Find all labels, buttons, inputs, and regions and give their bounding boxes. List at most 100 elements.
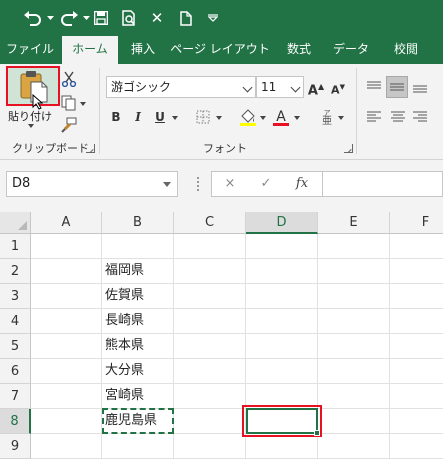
cell-e9[interactable] [318,434,390,459]
row-header-4[interactable]: 4 [0,309,31,334]
select-all-button[interactable] [0,212,31,234]
cell-d5[interactable] [246,334,318,359]
column-header-d[interactable]: D [246,212,318,234]
align-center-icon[interactable] [388,108,408,126]
cell-d6[interactable] [246,359,318,384]
cell-f4[interactable] [390,309,443,334]
tab-home[interactable]: ホーム [62,36,118,64]
cell-c4[interactable] [174,309,246,334]
tab-insert[interactable]: 挿入 [122,36,164,64]
font-size-combobox[interactable]: 11 [256,76,304,98]
print-preview-icon[interactable] [120,8,138,28]
row-header-8[interactable]: 8 [0,409,31,434]
tab-review[interactable]: 校閲 [382,36,430,64]
fill-handle[interactable] [314,430,320,436]
row-header-1[interactable]: 1 [0,234,31,259]
cell-a5[interactable] [31,334,102,359]
cell-f8[interactable] [390,409,443,434]
tab-formulas[interactable]: 数式 [276,36,322,64]
name-box[interactable]: D8 [6,171,178,197]
align-left-icon[interactable] [364,108,384,126]
cell-b6[interactable]: 大分県 [102,359,174,384]
cell-c7[interactable] [174,384,246,409]
cell-b9[interactable] [102,434,174,459]
cell-f7[interactable] [390,384,443,409]
column-header-b[interactable]: B [102,212,174,234]
cell-f6[interactable] [390,359,443,384]
cell-e4[interactable] [318,309,390,334]
cell-f3[interactable] [390,284,443,309]
cell-a1[interactable] [31,234,102,259]
cell-c1[interactable] [174,234,246,259]
font-launcher-icon[interactable] [344,144,353,153]
italic-button[interactable]: I [128,106,148,128]
insert-function-icon[interactable]: fx [292,176,312,191]
cell-d3[interactable] [246,284,318,309]
save-icon[interactable] [92,8,110,28]
font-color-dropdown-icon[interactable] [294,116,300,120]
align-bottom-icon[interactable] [410,78,430,96]
decrease-font-size-icon[interactable]: A▼ [328,76,348,98]
cell-e5[interactable] [318,334,390,359]
phonetic-guide-icon[interactable]: ア亜 [318,107,336,127]
cell-c6[interactable] [174,359,246,384]
cell-c3[interactable] [174,284,246,309]
cell-e1[interactable] [318,234,390,259]
row-header-3[interactable]: 3 [0,284,31,309]
redo-dropdown-icon[interactable] [82,8,90,28]
cell-e7[interactable] [318,384,390,409]
cell-c9[interactable] [174,434,246,459]
bold-button[interactable]: B [106,106,126,128]
cell-b4[interactable]: 長崎県 [102,309,174,334]
cell-b2[interactable]: 福岡県 [102,259,174,284]
clipboard-launcher-icon[interactable] [86,144,95,153]
format-painter-icon[interactable] [60,116,78,134]
cell-b3[interactable]: 佐賀県 [102,284,174,309]
formula-input[interactable] [323,171,443,197]
cut-icon[interactable] [60,70,78,88]
cell-a6[interactable] [31,359,102,384]
undo-dropdown-icon[interactable] [46,8,54,28]
font-name-combobox[interactable]: 游ゴシック [106,76,256,98]
row-header-2[interactable]: 2 [0,259,31,284]
formula-bar-resize-handle[interactable] [197,177,200,191]
underline-button[interactable]: U [150,106,170,128]
align-right-icon[interactable] [410,108,430,126]
row-header-6[interactable]: 6 [0,359,31,384]
cell-e6[interactable] [318,359,390,384]
column-header-f[interactable]: F [390,212,443,234]
cell-b5[interactable]: 熊本県 [102,334,174,359]
row-header-9[interactable]: 9 [0,434,31,459]
tab-data[interactable]: データ [326,36,376,64]
cell-c8[interactable] [174,409,246,434]
fill-color-dropdown-icon[interactable] [260,116,266,120]
column-header-c[interactable]: C [174,212,246,234]
column-header-a[interactable]: A [31,212,102,234]
align-top-icon[interactable] [364,78,384,96]
cell-d9[interactable] [246,434,318,459]
column-header-e[interactable]: E [318,212,390,234]
paste-label[interactable]: 貼り付け [8,108,52,124]
cell-a3[interactable] [31,284,102,309]
cell-a2[interactable] [31,259,102,284]
undo-icon[interactable] [20,8,46,28]
cell-b1[interactable] [102,234,174,259]
align-middle-icon[interactable] [386,76,408,98]
new-document-icon[interactable] [178,8,194,28]
row-header-7[interactable]: 7 [0,384,31,409]
cell-a9[interactable] [31,434,102,459]
cell-d2[interactable] [246,259,318,284]
cell-b7[interactable]: 宮崎県 [102,384,174,409]
close-icon[interactable]: ✕ [149,8,165,28]
tab-page-layout[interactable]: ページ レイアウト [170,36,270,64]
cell-a4[interactable] [31,309,102,334]
underline-dropdown-icon[interactable] [172,116,178,120]
increase-font-size-icon[interactable]: A▲ [306,76,326,98]
cell-c2[interactable] [174,259,246,284]
cell-e8[interactable] [318,409,390,434]
cell-f5[interactable] [390,334,443,359]
borders-icon[interactable] [194,108,212,126]
redo-icon[interactable] [56,8,82,28]
cell-f2[interactable] [390,259,443,284]
enter-icon[interactable]: ✓ [256,176,276,191]
